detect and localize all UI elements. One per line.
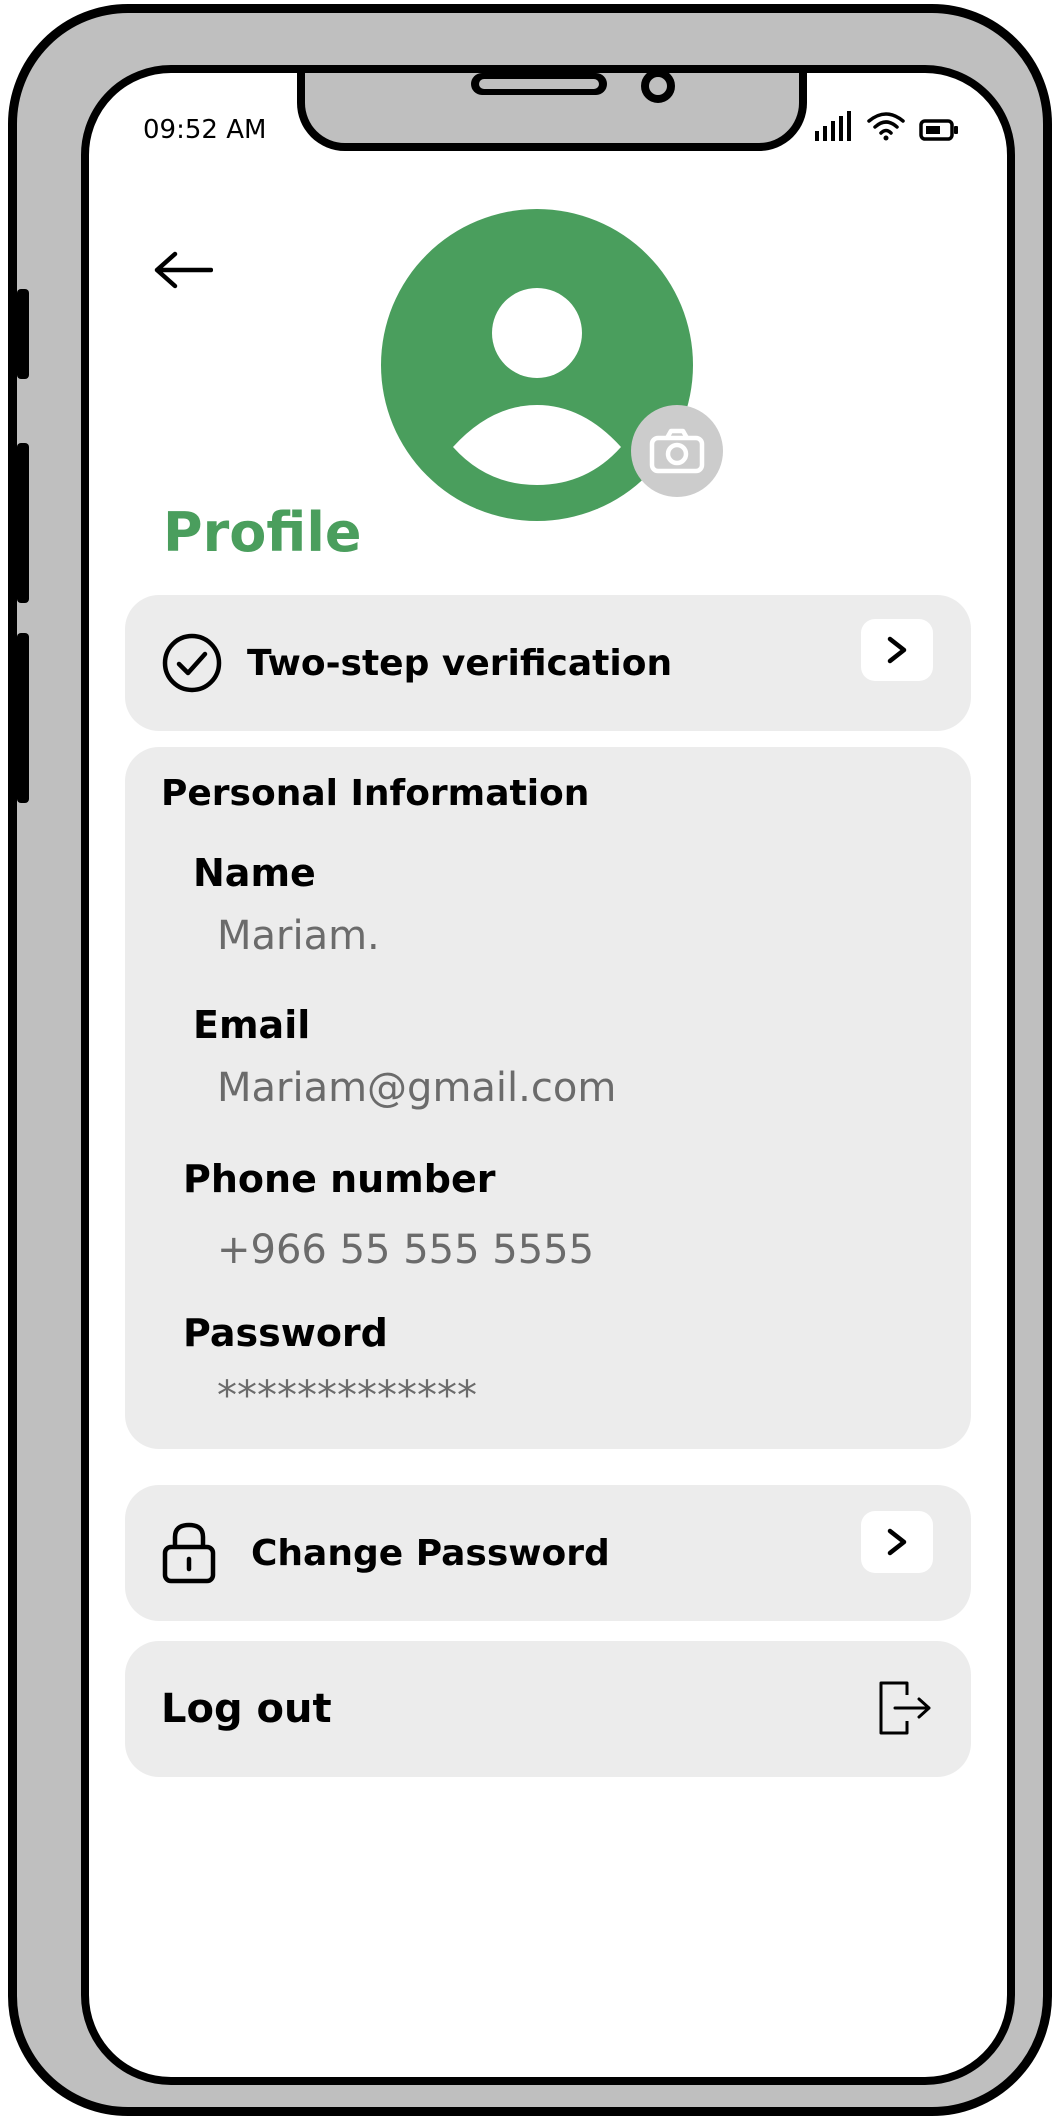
two-step-open-button[interactable] bbox=[861, 619, 933, 681]
phone-label: Phone number bbox=[183, 1157, 496, 1201]
email-label: Email bbox=[193, 1003, 311, 1047]
phone-frame: 09:52 AM Profile Two-step verification P… bbox=[8, 4, 1052, 2116]
logout-item[interactable]: Log out bbox=[125, 1641, 971, 1777]
volume-button-lower bbox=[17, 443, 29, 603]
two-step-label: Two-step verification bbox=[247, 642, 673, 684]
two-step-verification-item[interactable]: Two-step verification bbox=[125, 595, 971, 731]
page-title: Profile bbox=[163, 501, 362, 564]
status-time: 09:52 AM bbox=[143, 115, 267, 145]
volume-button bbox=[17, 289, 29, 379]
signal-icon bbox=[815, 111, 851, 141]
change-password-label: Change Password bbox=[251, 1532, 610, 1574]
back-button[interactable] bbox=[153, 248, 214, 292]
speaker-icon bbox=[471, 73, 607, 95]
front-camera-icon bbox=[641, 73, 675, 103]
chevron-right-icon bbox=[887, 1528, 907, 1556]
screen: 09:52 AM Profile Two-step verification P… bbox=[81, 65, 1015, 2085]
personal-information-title: Personal Information bbox=[161, 773, 590, 814]
name-value: Mariam. bbox=[217, 913, 380, 959]
status-icons bbox=[815, 111, 959, 141]
change-password-item[interactable]: Change Password bbox=[125, 1485, 971, 1621]
password-label: Password bbox=[183, 1311, 388, 1355]
lock-icon bbox=[162, 1522, 216, 1584]
password-value: ************* bbox=[217, 1373, 477, 1419]
battery-icon bbox=[919, 119, 958, 141]
phone-value: +966 55 555 5555 bbox=[217, 1227, 595, 1273]
email-value: Mariam@gmail.com bbox=[217, 1065, 617, 1111]
camera-icon bbox=[649, 428, 705, 474]
check-circle-icon bbox=[162, 633, 222, 693]
chevron-right-icon bbox=[887, 636, 907, 664]
name-label: Name bbox=[193, 851, 316, 895]
arrow-left-icon bbox=[154, 251, 214, 289]
power-button bbox=[17, 633, 29, 803]
notch bbox=[297, 73, 807, 151]
logout-icon[interactable] bbox=[877, 1679, 933, 1737]
personal-information-card: Personal Information Name Mariam. Email … bbox=[125, 747, 971, 1449]
change-photo-button[interactable] bbox=[631, 405, 723, 497]
logout-label: Log out bbox=[161, 1686, 332, 1732]
change-password-open-button[interactable] bbox=[861, 1511, 933, 1573]
wifi-icon bbox=[867, 112, 905, 141]
